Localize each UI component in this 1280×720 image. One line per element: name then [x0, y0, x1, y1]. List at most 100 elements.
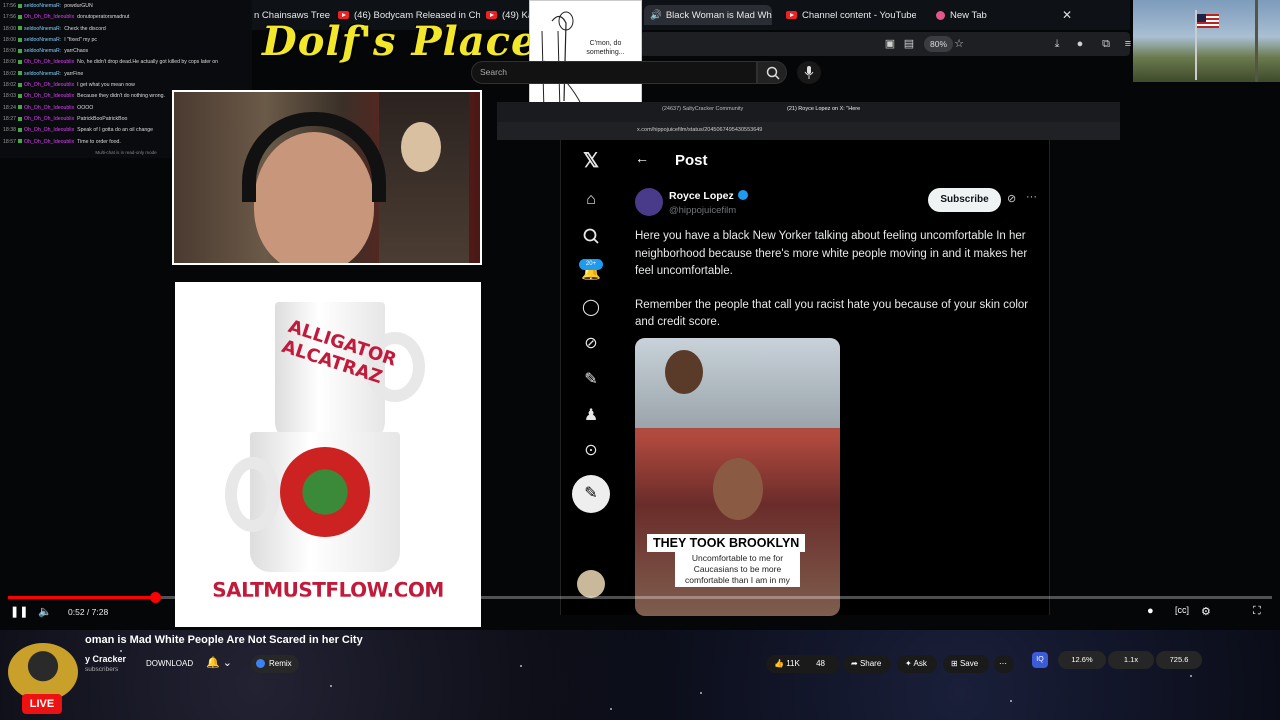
autoplay-toggle[interactable]: ●: [1147, 605, 1154, 617]
picture-in-picture-icon[interactable]: ▣: [883, 37, 897, 51]
account-avatar[interactable]: [577, 570, 605, 598]
remix-button[interactable]: Remix: [251, 655, 299, 673]
more-horizontal-icon[interactable]: ···: [1026, 191, 1037, 203]
voice-search-button[interactable]: [797, 61, 821, 84]
search-input[interactable]: Search: [471, 61, 757, 84]
zoom-level-badge[interactable]: 80%: [924, 36, 954, 52]
save-button[interactable]: ⊞ Save: [943, 655, 989, 673]
subscriber-count: subscribers: [85, 666, 119, 673]
grok-explain-icon[interactable]: ⊘: [1007, 192, 1016, 205]
youtube-icon: [786, 11, 797, 19]
author-avatar[interactable]: [635, 188, 663, 216]
volume-icon[interactable]: 🔈: [38, 605, 52, 618]
fullscreen-icon[interactable]: ⛶: [1253, 605, 1261, 618]
video-person: [713, 458, 763, 520]
explore-search-icon[interactable]: [581, 226, 601, 246]
channel-name[interactable]: y Cracker: [85, 654, 126, 664]
more-actions-button[interactable]: ⋯: [994, 655, 1014, 673]
close-tab-icon[interactable]: ✕: [1062, 8, 1072, 22]
download-button[interactable]: DOWNLOAD: [146, 659, 193, 668]
speaker-icon: 🔊: [650, 9, 662, 21]
address-bar[interactable]: ▣ ▤ 80% ☆ ⤓ ● ⧉ ≡: [640, 32, 1131, 56]
embedded-tab-active[interactable]: (21) Royce Lopez on X: "Here: [787, 106, 860, 112]
settings-gear-icon[interactable]: ⚙: [1201, 605, 1211, 618]
comic-speech-text: C'mon, do something...: [586, 40, 625, 56]
chat-username: Oh_Oh_Oh_Ideoublix: [23, 82, 75, 89]
chat-username: seldooNnemaR:: [23, 70, 62, 77]
chat-username: Oh_Oh_Oh_Ideoublix: [23, 93, 75, 100]
save-label: Save: [959, 659, 979, 668]
x-logo-icon[interactable]: 𝕏: [581, 151, 601, 171]
home-icon[interactable]: ⌂: [581, 190, 601, 210]
channel-avatar[interactable]: [8, 643, 78, 701]
time-display: 0:52 / 7:28: [68, 607, 109, 617]
ask-button[interactable]: ✦ Ask: [897, 655, 937, 673]
author-name-text: Royce Lopez: [669, 190, 734, 202]
browser-tab-active[interactable]: 🔊 Black Woman is Mad White: [644, 5, 772, 25]
tab-label: Black Woman is Mad White: [665, 9, 772, 21]
chat-text: Time to order food.: [77, 138, 121, 145]
microphone-icon: [804, 66, 814, 79]
extension-stat: 1.1x: [1108, 651, 1154, 669]
author-handle[interactable]: @hippojuicefilm: [669, 205, 736, 216]
chat-username: Oh_Oh_Oh_Ideoublix: [23, 115, 75, 122]
grok-icon[interactable]: ⊘: [581, 334, 601, 354]
chat-username: seldooNnemaR:: [23, 25, 62, 32]
articles-icon[interactable]: ✎: [581, 370, 601, 390]
platform-badge-icon: [17, 3, 22, 8]
embedded-address-bar[interactable]: x.com/hippojuicefilm/status/204506749543…: [497, 122, 1120, 140]
notification-bell-icon[interactable]: 🔔 ⌄: [206, 656, 232, 669]
chat-username: seldooNnemaR:: [23, 3, 62, 9]
video-subtitle: Uncomfortable to me for Caucasians to be…: [675, 552, 800, 587]
browser-tab[interactable]: Channel content - YouTube Stu: [786, 5, 916, 25]
chat-username: seldooNnemaR:: [23, 36, 62, 43]
verified-badge-icon: [737, 190, 748, 200]
chat-username: Oh_Oh_Oh_Ideoublix: [23, 127, 75, 134]
chat-text: I get what you mean now: [77, 82, 135, 89]
more-options-icon[interactable]: ⊙: [581, 441, 601, 461]
post-paragraph: Here you have a black New Yorker talking…: [635, 230, 1028, 277]
back-arrow-icon[interactable]: ←: [635, 150, 649, 166]
outdoor-camera-feed: [1133, 0, 1280, 82]
bookmark-icon: ⊞: [951, 659, 958, 668]
share-button[interactable]: ➦ Share: [843, 655, 891, 673]
comic-panel: C'mon, do something...: [529, 0, 642, 117]
chat-username: Oh_Oh_Oh_Ideoublix: [23, 59, 75, 66]
bookmark-star-icon[interactable]: ☆: [952, 37, 966, 51]
platform-badge-icon: [17, 48, 22, 53]
progress-scrubber-handle[interactable]: [149, 592, 161, 603]
tab-label: Channel content - YouTube Stu: [802, 9, 916, 21]
utility-pole: [1255, 0, 1258, 82]
like-button[interactable]: 👍 11K 48: [766, 655, 840, 673]
captions-icon[interactable]: [cc]: [1175, 605, 1189, 615]
post-video[interactable]: THEY TOOK BROOKLYN Uncomfortable to me f…: [635, 338, 840, 616]
search-icon: [766, 66, 780, 80]
notification-count-badge: 20+: [579, 259, 603, 270]
browser-tab[interactable]: New Tab: [936, 5, 1006, 25]
extensions-icon[interactable]: ⧉: [1099, 37, 1113, 51]
chat-time: 18:00: [3, 36, 16, 43]
reader-mode-icon[interactable]: ▤: [902, 37, 916, 51]
download-icon[interactable]: ⤓: [1050, 37, 1064, 51]
compose-post-button[interactable]: ✎: [572, 475, 610, 513]
chat-text: yarrChaos: [64, 48, 89, 55]
author-name[interactable]: Royce Lopez: [669, 190, 748, 202]
extension-logo-icon[interactable]: IQ: [1032, 652, 1048, 668]
search-button[interactable]: [757, 61, 787, 84]
profile-icon[interactable]: ●: [1073, 37, 1087, 51]
messages-icon[interactable]: ◯: [581, 298, 601, 318]
extension-stat: 725.6: [1156, 651, 1202, 669]
progress-played: [8, 596, 155, 599]
chat-username: seldooNnemaR:: [23, 48, 62, 55]
video-progress-bar[interactable]: [8, 592, 1272, 603]
chat-message: 18:00 seldooNnemaR: I "fixed" my pc: [3, 35, 249, 46]
chat-time: 18:27: [3, 115, 16, 122]
sparkle-icon: ✦: [905, 659, 912, 668]
platform-badge-icon: [17, 14, 22, 19]
profile-icon[interactable]: ♟: [581, 406, 601, 426]
embedded-tab[interactable]: (24637) SaltyCracker Community: [662, 106, 743, 112]
platform-badge-icon: [17, 71, 22, 76]
pause-button[interactable]: ❚❚: [10, 605, 28, 618]
subscribe-button[interactable]: Subscribe: [928, 188, 1001, 212]
chat-message: 18:00 Oh_Oh_Oh_Ideoublix No, he didn't dro…: [3, 57, 249, 68]
